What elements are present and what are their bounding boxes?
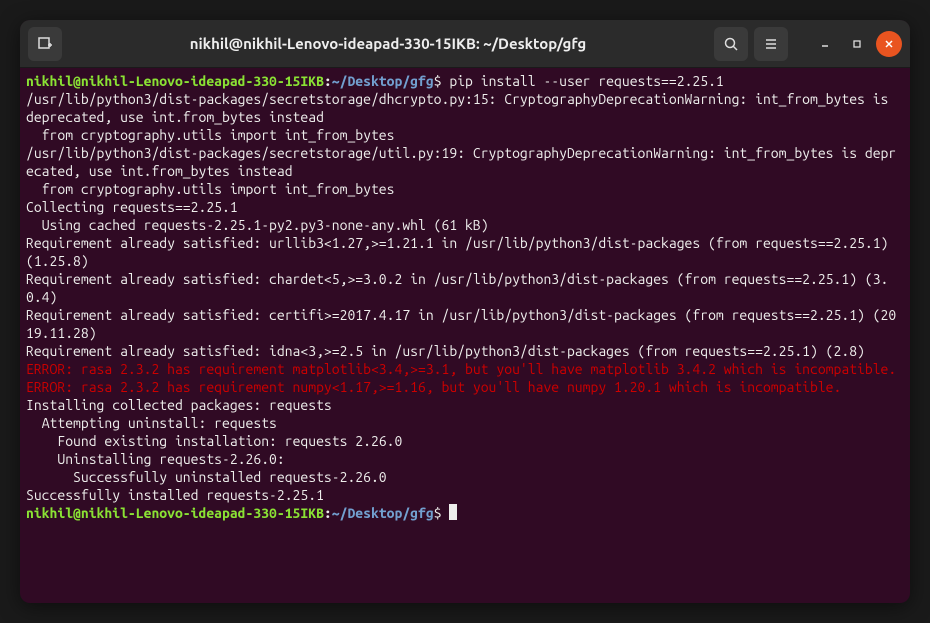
output-line: from cryptography.utils import int_from_… (26, 180, 904, 198)
prompt-user: nikhil@nikhil-Lenovo-ideapad-330-15IKB (26, 73, 324, 89)
output-line: Attempting uninstall: requests (26, 414, 904, 432)
prompt-colon: : (324, 505, 332, 521)
close-button[interactable] (876, 31, 902, 57)
output-line: Requirement already satisfied: chardet<5… (26, 270, 904, 306)
prompt-path: ~/Desktop/gfg (332, 505, 434, 521)
search-button[interactable] (714, 27, 748, 61)
prompt-line-1: nikhil@nikhil-Lenovo-ideapad-330-15IKB:~… (26, 72, 904, 90)
prompt-dollar: $ (434, 505, 442, 521)
titlebar-left (28, 27, 62, 61)
output-line: Uninstalling requests-2.26.0: (26, 450, 904, 468)
output-line: Requirement already satisfied: idna<3,>=… (26, 342, 904, 360)
terminal-content[interactable]: nikhil@nikhil-Lenovo-ideapad-330-15IKB:~… (20, 68, 910, 603)
output-line: Collecting requests==2.25.1 (26, 198, 904, 216)
maximize-button[interactable] (844, 31, 870, 57)
command-text: pip install --user requests==2.25.1 (449, 73, 723, 89)
terminal-window: nikhil@nikhil-Lenovo-ideapad-330-15IKB: … (20, 20, 910, 603)
output-line: Found existing installation: requests 2.… (26, 432, 904, 450)
prompt-line-2: nikhil@nikhil-Lenovo-ideapad-330-15IKB:~… (26, 504, 904, 522)
error-line: ERROR: rasa 2.3.2 has requirement numpy<… (26, 378, 904, 396)
error-line: ERROR: rasa 2.3.2 has requirement matplo… (26, 360, 904, 378)
output-line: Using cached requests-2.25.1-py2.py3-non… (26, 216, 904, 234)
output-line: Requirement already satisfied: certifi>=… (26, 306, 904, 342)
output-line: Requirement already satisfied: urllib3<1… (26, 234, 904, 270)
prompt-path: ~/Desktop/gfg (332, 73, 434, 89)
output-line: /usr/lib/python3/dist-packages/secretsto… (26, 90, 904, 126)
output-line: from cryptography.utils import int_from_… (26, 126, 904, 144)
minimize-button[interactable] (812, 31, 838, 57)
window-title: nikhil@nikhil-Lenovo-ideapad-330-15IKB: … (62, 35, 714, 52)
prompt-user: nikhil@nikhil-Lenovo-ideapad-330-15IKB (26, 505, 324, 521)
cursor (449, 504, 457, 520)
output-line: Successfully installed requests-2.25.1 (26, 486, 904, 504)
menu-button[interactable] (754, 27, 788, 61)
output-line: /usr/lib/python3/dist-packages/secretsto… (26, 144, 904, 180)
output-line: Installing collected packages: requests (26, 396, 904, 414)
titlebar: nikhil@nikhil-Lenovo-ideapad-330-15IKB: … (20, 20, 910, 68)
prompt-dollar: $ (434, 73, 442, 89)
new-tab-button[interactable] (28, 27, 62, 61)
titlebar-right (714, 27, 902, 61)
prompt-colon: : (324, 73, 332, 89)
output-line: Successfully uninstalled requests-2.26.0 (26, 468, 904, 486)
